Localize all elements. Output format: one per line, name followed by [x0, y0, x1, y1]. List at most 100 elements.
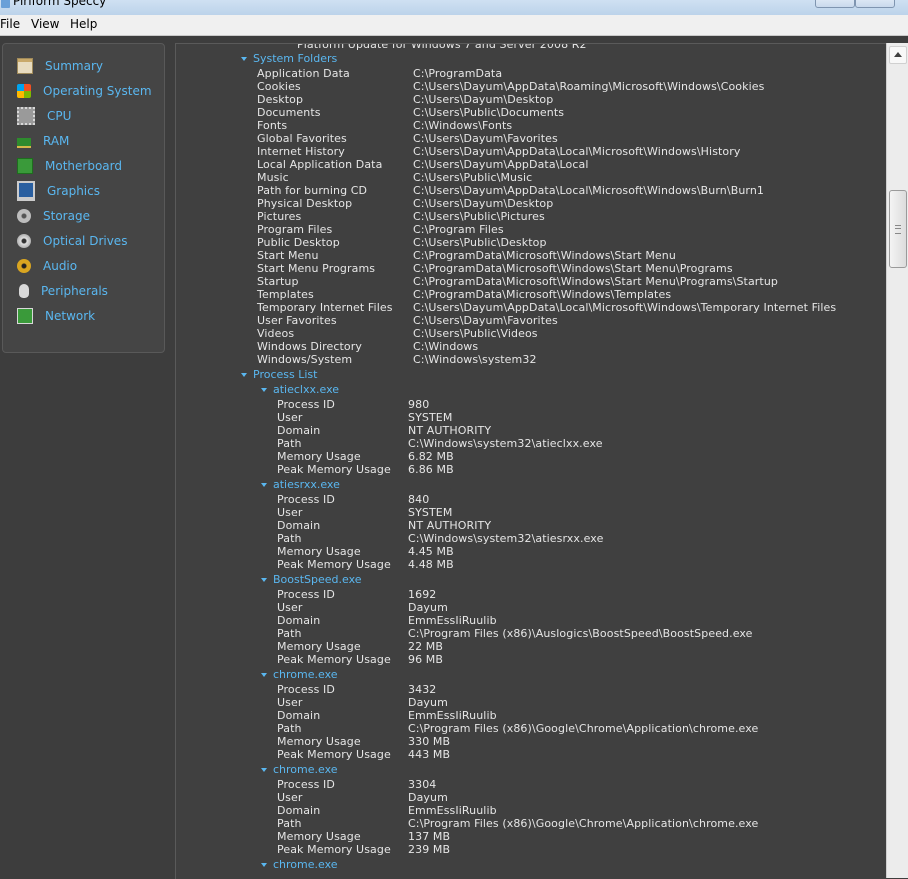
property-value: C:\Program Files (x86)\Google\Chrome\App…: [408, 722, 759, 735]
folder-path: C:\Users\Public\Desktop: [413, 236, 547, 249]
property-name: Domain: [277, 709, 321, 722]
folder-path: C:\ProgramData\Microsoft\Windows\Start M…: [413, 262, 733, 275]
process-node[interactable]: chrome.exe: [261, 858, 338, 872]
collapse-arrow-icon[interactable]: [261, 768, 267, 772]
property-name: Peak Memory Usage: [277, 558, 391, 571]
folder-name: Cookies: [257, 80, 301, 93]
sidebar-item-cpu[interactable]: CPU: [17, 106, 157, 126]
app-icon: [1, 0, 10, 8]
section-label: Process List: [253, 368, 318, 381]
folder-path: C:\Users\Dayum\AppData\Local: [413, 158, 589, 171]
property-name: Domain: [277, 424, 321, 437]
section-label: chrome.exe: [273, 668, 338, 681]
collapse-arrow-icon[interactable]: [261, 578, 267, 582]
property-value: C:\Windows\system32\atiesrxx.exe: [408, 532, 604, 545]
collapse-arrow-icon[interactable]: [241, 373, 247, 377]
maximize-button[interactable]: [855, 0, 895, 8]
sidebar-item-storage[interactable]: Storage: [17, 206, 157, 226]
folder-name: Temporary Internet Files: [257, 301, 393, 314]
folder-path: C:\Users\Dayum\AppData\Local\Microsoft\W…: [413, 184, 765, 197]
property-value: 6.86 MB: [408, 463, 454, 476]
sidebar-item-label: RAM: [43, 134, 70, 148]
content-panel: Platform Update for Windows 7 and Server…: [175, 43, 886, 879]
property-name: Process ID: [277, 493, 335, 506]
folder-name: Windows/System: [257, 353, 353, 366]
property-name: Memory Usage: [277, 830, 361, 843]
property-name: Process ID: [277, 778, 335, 791]
folder-name: Windows Directory: [257, 340, 362, 353]
property-name: Memory Usage: [277, 735, 361, 748]
collapse-arrow-icon[interactable]: [261, 483, 267, 487]
property-value: SYSTEM: [408, 411, 453, 424]
property-name: Domain: [277, 804, 321, 817]
property-value: EmmEssIiRuulib: [408, 614, 497, 627]
process-node[interactable]: chrome.exe: [261, 668, 338, 682]
folder-path: C:\Windows\Fonts: [413, 119, 513, 132]
folder-name: Application Data: [257, 67, 350, 80]
property-name: Domain: [277, 614, 321, 627]
menu-file[interactable]: File: [0, 17, 20, 31]
menu-help[interactable]: Help: [70, 17, 97, 31]
process-node[interactable]: chrome.exe: [261, 763, 338, 777]
sidebar-item-summary[interactable]: Summary: [17, 56, 157, 76]
property-name: Path: [277, 437, 302, 450]
minimize-button[interactable]: [815, 0, 855, 8]
window-title: Piriform Speccy: [13, 0, 107, 8]
sidebar-item-network[interactable]: Network: [17, 306, 157, 326]
property-value: C:\Windows\system32\atieclxx.exe: [408, 437, 603, 450]
folder-path: C:\ProgramData\Microsoft\Windows\Templat…: [413, 288, 672, 301]
process-node[interactable]: BoostSpeed.exe: [261, 573, 362, 587]
sidebar-item-label: Operating System: [43, 84, 152, 98]
sidebar-item-peripherals[interactable]: Peripherals: [17, 281, 157, 301]
sidebar-item-motherboard[interactable]: Motherboard: [17, 156, 157, 176]
vertical-scrollbar[interactable]: [886, 43, 908, 878]
sidebar-item-ram[interactable]: RAM: [17, 131, 157, 151]
property-value: 840: [408, 493, 430, 506]
sidebar-item-graphics[interactable]: Graphics: [17, 181, 157, 201]
property-name: Memory Usage: [277, 640, 361, 653]
property-value: 1692: [408, 588, 437, 601]
sidebar-item-operating-system[interactable]: Operating System: [17, 81, 157, 101]
scroll-up-arrow-icon[interactable]: [889, 46, 907, 64]
windows-icon: [17, 84, 31, 98]
folder-path: C:\ProgramData\Microsoft\Windows\Start M…: [413, 275, 778, 288]
property-value: Dayum: [408, 601, 448, 614]
monitor-icon: [17, 181, 35, 201]
scroll-thumb[interactable]: [889, 190, 907, 268]
folder-name: Music: [257, 171, 289, 184]
collapse-arrow-icon[interactable]: [241, 57, 247, 61]
property-name: Peak Memory Usage: [277, 843, 391, 856]
process-node[interactable]: atieclxx.exe: [261, 383, 339, 397]
motherboard-icon: [17, 158, 33, 174]
sidebar-item-label: Motherboard: [45, 159, 122, 173]
ram-icon: [17, 137, 31, 148]
folder-path: C:\Users\Dayum\AppData\Local\Microsoft\W…: [413, 301, 837, 314]
section-label: atieclxx.exe: [273, 383, 340, 396]
disk-icon: [17, 209, 31, 223]
section-label: atiesrxx.exe: [273, 478, 340, 491]
property-name: Peak Memory Usage: [277, 748, 391, 761]
collapse-arrow-icon[interactable]: [261, 388, 267, 392]
folder-name: Public Desktop: [257, 236, 340, 249]
process-node[interactable]: atiesrxx.exe: [261, 478, 340, 492]
section-process-list[interactable]: Process List: [241, 368, 317, 382]
sidebar-item-optical-drives[interactable]: Optical Drives: [17, 231, 157, 251]
property-value: 239 MB: [408, 843, 451, 856]
network-icon: [17, 308, 33, 324]
property-name: Process ID: [277, 683, 335, 696]
collapse-arrow-icon[interactable]: [261, 673, 267, 677]
property-name: Process ID: [277, 588, 335, 601]
property-value: 3432: [408, 683, 437, 696]
property-value: Dayum: [408, 791, 448, 804]
sidebar-item-audio[interactable]: Audio: [17, 256, 157, 276]
section-system-folders[interactable]: System Folders: [241, 52, 337, 66]
sidebar-item-label: Graphics: [47, 184, 100, 198]
section-label: chrome.exe: [273, 858, 338, 871]
folder-path: C:\Program Files: [413, 223, 504, 236]
title-bar: Piriform Speccy: [0, 0, 908, 15]
collapse-arrow-icon[interactable]: [261, 863, 267, 867]
menu-view[interactable]: View: [31, 17, 59, 31]
sidebar-item-label: Network: [45, 309, 96, 323]
folder-path: C:\ProgramData\Microsoft\Windows\Start M…: [413, 249, 676, 262]
folder-name: Path for burning CD: [257, 184, 368, 197]
